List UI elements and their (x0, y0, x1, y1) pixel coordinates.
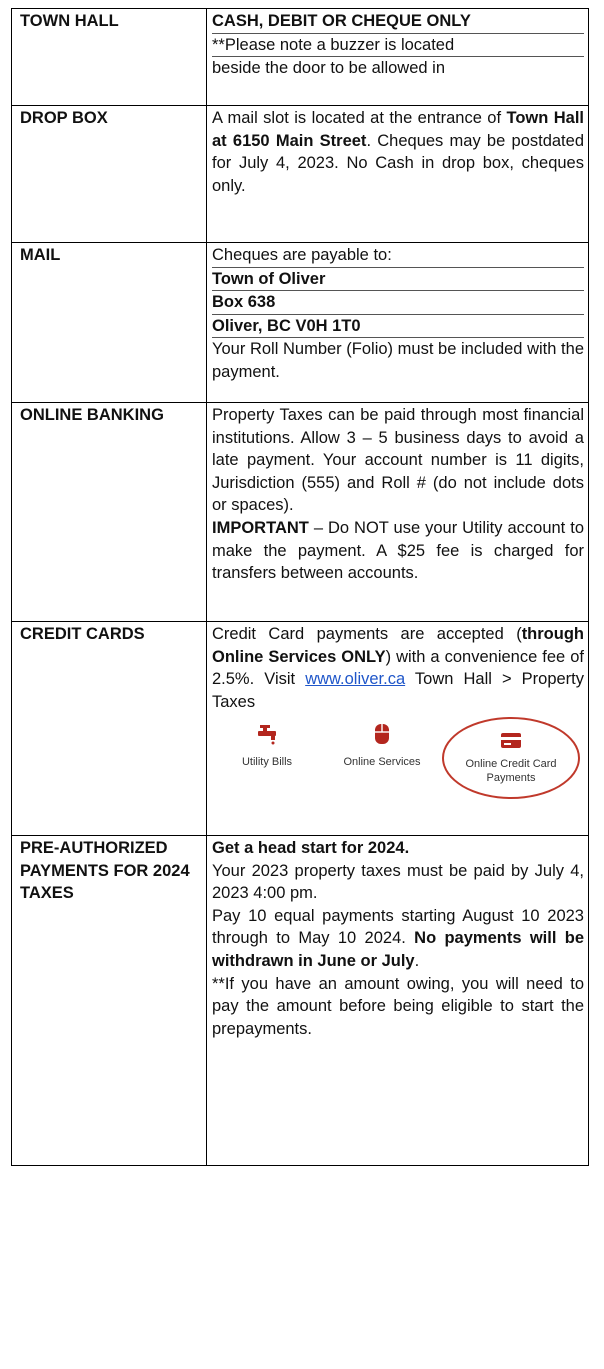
row-label: DROP BOX (11, 105, 207, 243)
utility-bills-item[interactable]: Utility Bills (212, 723, 322, 769)
online-services-item[interactable]: Online Services (327, 723, 437, 769)
buzzer-note-text-2: beside the door to be allowed in (212, 59, 445, 78)
row-content: Credit Card payments are accepted (throu… (206, 621, 589, 836)
faucet-icon (258, 725, 276, 745)
row-content: Property Taxes can be paid through most … (206, 402, 589, 622)
utility-bills-label: Utility Bills (241, 756, 293, 769)
mail-payable-text: Cheques are payable to: (212, 244, 584, 268)
row-content: Cheques are payable to: Town of Oliver B… (206, 242, 589, 403)
table-row-credit-cards: CREDIT CARDS Credit Card payments are ac… (11, 621, 589, 836)
amount-owing-note: **If you have an amount owing, you will … (212, 974, 584, 1038)
table-row-town-hall: TOWN HALL CASH, DEBIT OR CHEQUE ONLY **P… (11, 8, 589, 106)
drop-box-text: A mail slot is located at the entrance o… (212, 109, 507, 127)
payment-methods-text: CASH, DEBIT OR CHEQUE ONLY (212, 10, 584, 34)
row-content: Get a head start for 2024. Your 2023 pro… (206, 835, 589, 1166)
period-text: . (414, 951, 420, 970)
row-label: CREDIT CARDS (11, 621, 207, 836)
row-label: ONLINE BANKING (11, 402, 207, 622)
oliver-website-link[interactable]: www.oliver.ca (305, 670, 405, 688)
row-label: MAIL (11, 242, 207, 403)
credit-card-icon (501, 732, 521, 748)
online-services-label: Online Services (343, 756, 421, 769)
mail-address-city: Oliver, BC V0H 1T0 (212, 315, 584, 339)
table-row-drop-box: DROP BOX A mail slot is located at the e… (11, 105, 589, 243)
mail-roll-number-text: Your Roll Number (Folio) must be include… (212, 340, 584, 381)
payment-options-table: TOWN HALL CASH, DEBIT OR CHEQUE ONLY **P… (11, 8, 589, 1166)
row-content: CASH, DEBIT OR CHEQUE ONLY **Please note… (206, 8, 589, 106)
table-row-online-banking: ONLINE BANKING Property Taxes can be pai… (11, 402, 589, 622)
credit-card-text: Credit Card payments are accepted ( (212, 625, 522, 643)
online-banking-text: Property Taxes can be paid through most … (212, 406, 584, 515)
online-credit-card-item[interactable]: Online Credit Card Payments (442, 717, 580, 800)
online-credit-card-label: Online Credit Card Payments (465, 757, 557, 784)
row-label: TOWN HALL (11, 8, 207, 106)
mouse-icon (375, 724, 389, 745)
head-start-text: Get a head start for 2024. (212, 839, 410, 857)
buzzer-note-text: **Please note a buzzer is located (212, 34, 584, 58)
table-row-mail: MAIL Cheques are payable to: Town of Oli… (11, 242, 589, 403)
mail-address-name: Town of Oliver (212, 268, 584, 292)
table-row-pre-authorized: PRE-AUTHORIZED PAYMENTS FOR 2024 TAXES G… (11, 835, 589, 1166)
row-label: PRE-AUTHORIZED PAYMENTS FOR 2024 TAXES (11, 835, 207, 1166)
mail-address-box: Box 638 (212, 291, 584, 315)
deadline-text: Your 2023 property taxes must be paid by… (212, 861, 584, 903)
important-label: IMPORTANT (212, 518, 309, 537)
row-content: A mail slot is located at the entrance o… (206, 105, 589, 243)
payment-icons-row: Utility Bills Online Services Online Cre… (212, 717, 580, 811)
